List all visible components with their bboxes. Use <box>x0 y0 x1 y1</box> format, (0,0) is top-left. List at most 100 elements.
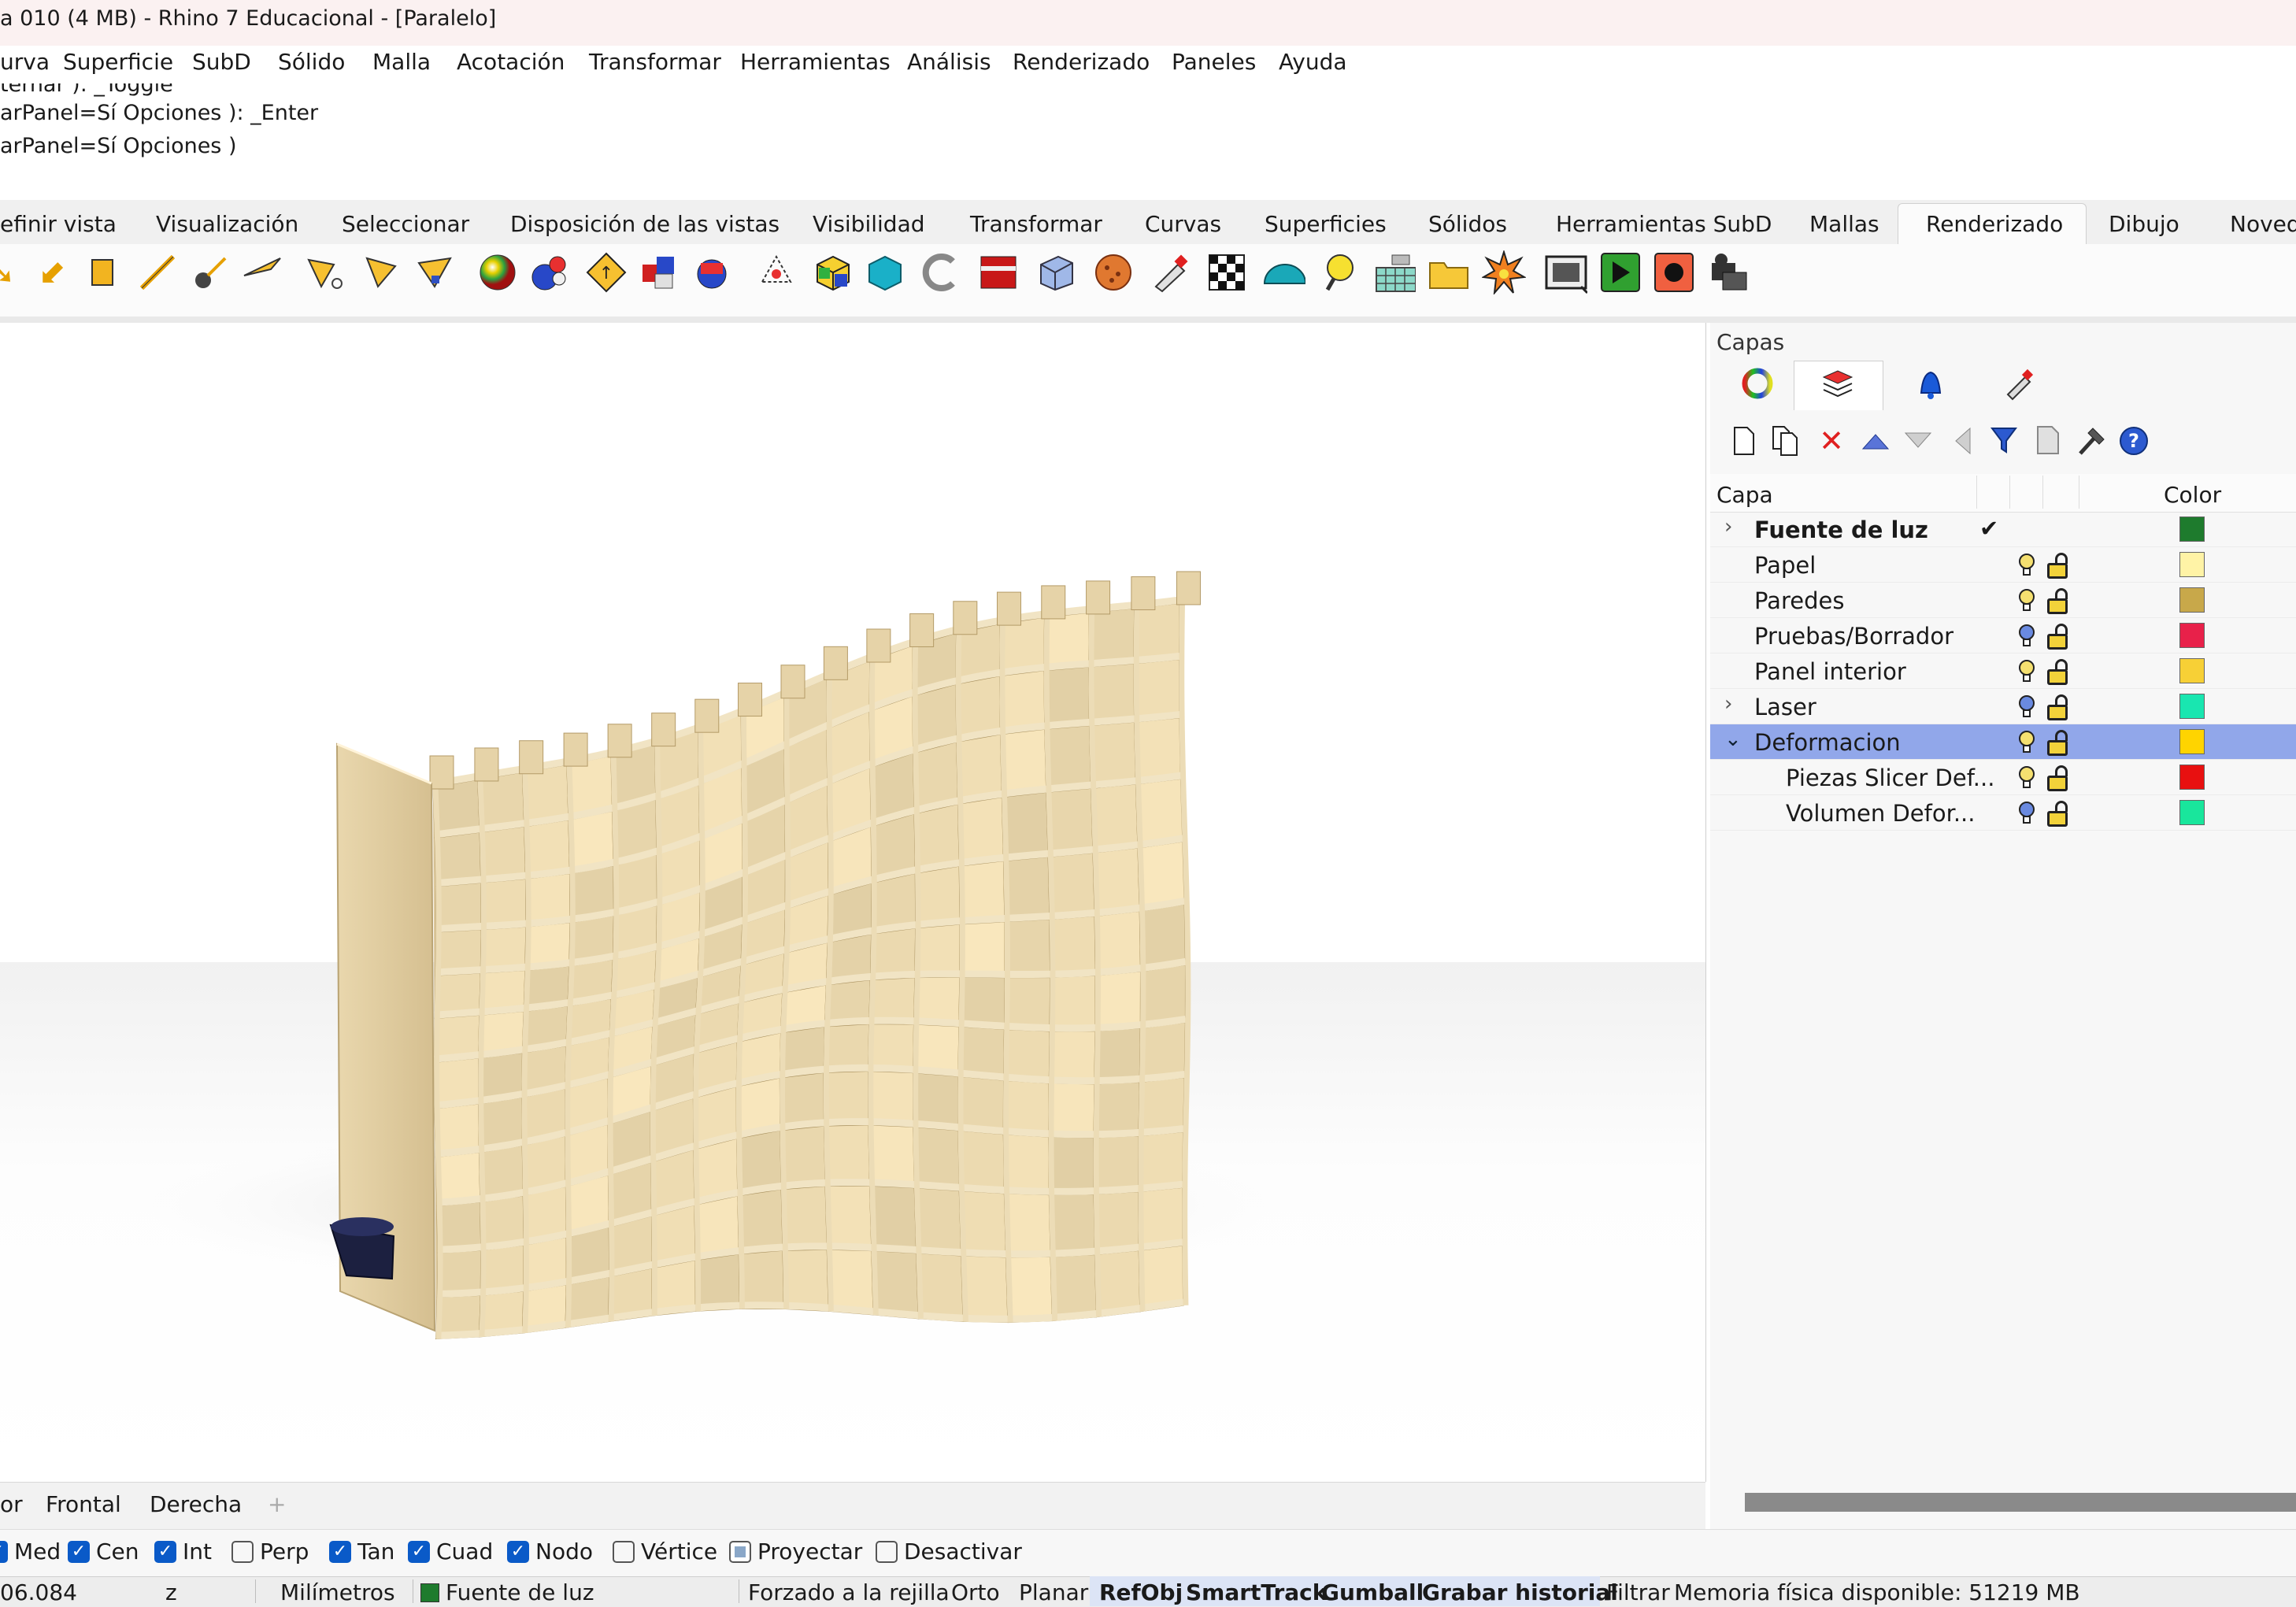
expand-icon[interactable]: › <box>1724 515 1732 539</box>
perspective-viewport[interactable] <box>0 323 1706 1482</box>
layer-color-swatch[interactable] <box>2179 658 2205 683</box>
move-left-icon[interactable] <box>1945 420 1979 461</box>
tab-viewport-derecha[interactable]: Derecha <box>150 1491 242 1517</box>
light-icon[interactable] <box>241 250 285 294</box>
menu-ayuda[interactable]: Ayuda <box>1279 49 1347 75</box>
tab-seleccionar[interactable]: Seleccionar <box>342 211 469 237</box>
checker-icon[interactable] <box>1205 250 1249 294</box>
osnap-proyectar[interactable]: Proyectar <box>729 1538 862 1564</box>
tab-dibujo[interactable]: Dibujo <box>2109 211 2179 237</box>
tab-mallas[interactable]: Mallas <box>1809 211 1879 237</box>
filter-icon[interactable] <box>1989 420 2024 461</box>
menu-paneles[interactable]: Paneles <box>1172 49 1256 75</box>
layer-color-swatch[interactable] <box>2179 800 2205 825</box>
history-toggle[interactable]: Grabar historial <box>1422 1579 1618 1605</box>
ortho-toggle[interactable]: Orto <box>951 1579 1000 1605</box>
gumball-toggle[interactable]: Gumball <box>1321 1579 1424 1605</box>
color-wheel-icon[interactable] <box>1735 359 1779 408</box>
unlocked-icon[interactable] <box>2047 588 2068 614</box>
command-prompt[interactable] <box>0 162 2296 200</box>
edit-light-icon[interactable] <box>304 250 348 294</box>
uvw-mapping-icon[interactable] <box>1035 250 1079 294</box>
checkbox[interactable]: ✓ <box>329 1540 351 1563</box>
osnap-perp[interactable]: Perp <box>231 1538 309 1564</box>
delete-icon[interactable]: ✕ <box>1814 420 1849 461</box>
render-icon[interactable] <box>1598 250 1642 294</box>
expand-icon[interactable]: › <box>1724 692 1732 716</box>
unlocked-icon[interactable] <box>2047 694 2068 720</box>
rectangular-light-icon[interactable] <box>80 250 124 294</box>
visibility-bulb-icon[interactable] <box>2016 658 2038 685</box>
osnap-tan[interactable]: ✓ Tan <box>329 1538 394 1564</box>
linear-light-icon[interactable] <box>135 250 180 294</box>
light-target-icon[interactable] <box>359 250 403 294</box>
osnap-cen[interactable]: ✓ Cen <box>68 1538 139 1564</box>
notifications-icon[interactable] <box>1909 359 1953 408</box>
layer-color-swatch[interactable] <box>2179 694 2205 719</box>
units-label[interactable]: Milímetros <box>280 1579 395 1605</box>
texture-map-icon[interactable] <box>690 250 734 294</box>
render-sphere-icon[interactable] <box>476 250 520 294</box>
tab-curvas[interactable]: Curvas <box>1145 211 1221 237</box>
visibility-bulb-icon[interactable] <box>2016 800 2038 827</box>
spotlight-icon[interactable]: ⬋ <box>30 250 74 294</box>
visibility-bulb-icon[interactable] <box>2016 623 2038 650</box>
layer-name[interactable]: Fuente de luz <box>1754 517 1928 543</box>
decal-icon[interactable] <box>638 250 682 294</box>
checkbox[interactable]: ✓ <box>154 1540 176 1563</box>
current-layer-check-icon[interactable]: ✔ <box>1979 515 1998 542</box>
filter-toggle[interactable]: Filtrar <box>1606 1579 1670 1605</box>
osnap-med[interactable]: ✓ Med <box>0 1538 61 1564</box>
tab-disposicion[interactable]: Disposición de las vistas <box>510 211 780 237</box>
layer-name[interactable]: Pruebas/Borrador <box>1754 623 1953 650</box>
folder-icon[interactable] <box>1427 250 1471 294</box>
tools-icon[interactable] <box>2031 420 2066 461</box>
osnap-int[interactable]: ✓ Int <box>154 1538 212 1564</box>
menu-superficie[interactable]: Superficie <box>63 49 173 75</box>
render-window-icon[interactable] <box>1543 250 1587 294</box>
refobj-toggle[interactable]: RefObj <box>1099 1579 1183 1605</box>
checkbox[interactable]: ✓ <box>68 1540 90 1563</box>
environment-icon[interactable] <box>754 250 798 294</box>
layer-name[interactable]: Piezas Slicer Def... <box>1786 765 1994 791</box>
unlocked-icon[interactable] <box>2047 553 2068 579</box>
tab-definir-vista[interactable]: efinir vista <box>0 211 117 237</box>
planar-mapping-icon[interactable] <box>863 250 907 294</box>
box-mapping-icon[interactable] <box>811 250 855 294</box>
column-layer[interactable]: Capa <box>1716 482 1773 508</box>
help-icon[interactable]: ? <box>2116 420 2151 461</box>
tab-herramientas-subd[interactable]: Herramientas SubD <box>1556 211 1772 237</box>
move-down-icon[interactable] <box>1901 420 1935 461</box>
sun-icon[interactable]: ↑ <box>584 250 628 294</box>
osnap-v-rtice[interactable]: Vértice <box>613 1538 717 1564</box>
layer-color-swatch[interactable] <box>2179 623 2205 648</box>
menu-subd[interactable]: SubD <box>192 49 251 75</box>
checkbox[interactable] <box>729 1540 751 1563</box>
cylindrical-mapping-icon[interactable] <box>918 250 962 294</box>
checkbox[interactable] <box>613 1540 635 1563</box>
unlocked-icon[interactable] <box>2047 765 2068 791</box>
material-icon[interactable] <box>528 250 572 294</box>
move-up-icon[interactable] <box>1858 420 1893 461</box>
visibility-bulb-icon[interactable] <box>2016 552 2038 579</box>
layer-name[interactable]: Papel <box>1754 552 1816 579</box>
layer-color-swatch[interactable] <box>2179 587 2205 613</box>
menu-acotacion[interactable]: Acotación <box>457 49 565 75</box>
visibility-bulb-icon[interactable] <box>2016 765 2038 791</box>
menu-solido[interactable]: Sólido <box>278 49 345 75</box>
layer-color-swatch[interactable] <box>2179 729 2205 754</box>
tab-viewport-frontal[interactable]: Frontal <box>46 1491 121 1517</box>
visibility-bulb-icon[interactable] <box>2016 587 2038 614</box>
ground-plane-icon[interactable] <box>1372 250 1416 294</box>
layers-icon[interactable] <box>1816 359 1860 408</box>
smarttrack-toggle[interactable]: SmartTrack <box>1186 1579 1327 1605</box>
column-color[interactable]: Color <box>2164 482 2221 508</box>
layer-name[interactable]: Panel interior <box>1754 658 1906 685</box>
grid-snap-toggle[interactable]: Forzado a la rejilla <box>748 1579 950 1605</box>
menu-curva[interactable]: urva <box>0 49 50 75</box>
layer-color-swatch[interactable] <box>2179 765 2205 790</box>
unlocked-icon[interactable] <box>2047 730 2068 756</box>
menu-herramientas[interactable]: Herramientas <box>740 49 891 75</box>
current-layer[interactable]: Fuente de luz <box>446 1579 594 1605</box>
collapse-icon[interactable]: ⌄ <box>1724 728 1742 751</box>
